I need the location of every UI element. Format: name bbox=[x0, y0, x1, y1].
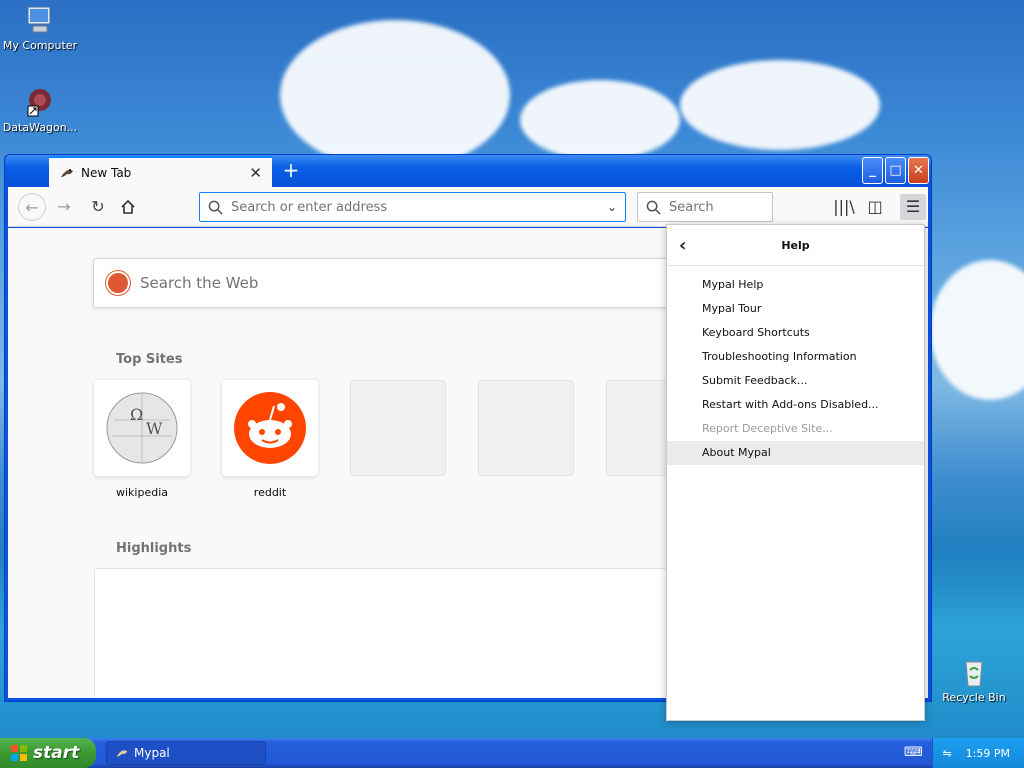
reddit-logo-icon bbox=[234, 392, 306, 464]
address-bar[interactable]: Search or enter address ⌄ bbox=[199, 192, 626, 222]
window-titlebar[interactable]: New Tab ✕ + _ □ ✕ bbox=[5, 155, 931, 187]
task-label: Mypal bbox=[134, 746, 170, 760]
top-site-tile-reddit[interactable] bbox=[222, 380, 318, 476]
chevron-down-icon[interactable]: ⌄ bbox=[607, 200, 617, 214]
nav-toolbar: ← → ↻ Search or enter address ⌄ Search |… bbox=[8, 187, 928, 227]
top-site-tile-empty[interactable] bbox=[350, 380, 446, 476]
top-site-label: reddit bbox=[253, 486, 287, 499]
forward-button[interactable]: → bbox=[50, 193, 78, 221]
menu-item-mypal-tour[interactable]: Mypal Tour bbox=[667, 297, 924, 321]
help-menu-panel: ‹ Help Mypal Help Mypal Tour Keyboard Sh… bbox=[666, 224, 925, 721]
datawagon-icon bbox=[27, 89, 51, 117]
cloud bbox=[280, 20, 510, 170]
back-button[interactable]: ← bbox=[18, 193, 46, 221]
top-site-label: wikipedia bbox=[115, 486, 168, 499]
highlights-title: Highlights bbox=[116, 541, 192, 556]
wikipedia-logo-icon: Ω W bbox=[106, 392, 178, 464]
home-button[interactable] bbox=[114, 193, 142, 221]
menu-item-submit-feedback[interactable]: Submit Feedback... bbox=[667, 369, 924, 393]
menu-item-restart-addons-disabled[interactable]: Restart with Add-ons Disabled... bbox=[667, 393, 924, 417]
menu-item-mypal-help[interactable]: Mypal Help bbox=[667, 273, 924, 297]
taskbar: start Mypal ⌨ ⇋ 1:59 PM bbox=[0, 738, 1024, 768]
close-window-button[interactable]: ✕ bbox=[908, 157, 929, 184]
search-bar[interactable]: Search bbox=[637, 192, 773, 222]
menu-button[interactable]: ☰ bbox=[900, 194, 926, 220]
highlights-container bbox=[94, 568, 734, 698]
reload-button[interactable]: ↻ bbox=[84, 193, 112, 221]
desktop-icon-recycle-bin[interactable]: Recycle Bin bbox=[934, 656, 1014, 704]
desktop-icon-label: My Computer bbox=[2, 39, 78, 52]
search-placeholder: Search bbox=[669, 199, 714, 215]
duckduckgo-icon bbox=[106, 271, 130, 295]
library-button[interactable]: |||\ bbox=[831, 194, 857, 220]
desktop-icon-my-computer[interactable]: My Computer bbox=[0, 4, 80, 52]
clock[interactable]: 1:59 PM bbox=[966, 747, 1010, 760]
library-icon: |||\ bbox=[833, 197, 855, 216]
cloud bbox=[520, 80, 680, 160]
taskbar-item-mypal[interactable]: Mypal bbox=[106, 741, 266, 765]
home-icon bbox=[121, 199, 135, 214]
help-panel-title: Help bbox=[781, 238, 810, 252]
cloud bbox=[680, 60, 880, 150]
desktop-icon-label: Recycle Bin bbox=[942, 691, 1006, 704]
window-controls: _ □ ✕ bbox=[862, 157, 929, 184]
close-tab-icon[interactable]: ✕ bbox=[249, 164, 262, 182]
computer-icon bbox=[27, 6, 51, 33]
windows-logo-icon bbox=[11, 745, 27, 761]
minimize-button[interactable]: _ bbox=[862, 157, 883, 184]
help-panel-header: ‹ Help bbox=[667, 225, 924, 266]
address-placeholder: Search or enter address bbox=[231, 199, 388, 215]
menu-item-report-deceptive-site: Report Deceptive Site... bbox=[702, 422, 833, 435]
top-sites-title: Top Sites bbox=[116, 352, 183, 367]
menu-item-keyboard-shortcuts[interactable]: Keyboard Shortcuts bbox=[667, 321, 924, 345]
top-site-tile-wikipedia[interactable]: Ω W bbox=[94, 380, 190, 476]
arrow-right-icon: → bbox=[57, 197, 71, 216]
start-button[interactable]: start bbox=[0, 738, 96, 768]
system-tray: ⇋ 1:59 PM bbox=[932, 738, 1024, 768]
web-search-box[interactable]: Search the Web bbox=[93, 258, 733, 308]
search-icon bbox=[208, 200, 223, 215]
search-icon bbox=[646, 200, 661, 215]
help-menu-list: Mypal Help Mypal Tour Keyboard Shortcuts… bbox=[667, 266, 924, 465]
arrow-left-icon: ← bbox=[25, 198, 39, 217]
menu-item-troubleshooting[interactable]: Troubleshooting Information bbox=[667, 345, 924, 369]
new-tab-button[interactable]: + bbox=[281, 160, 301, 180]
mypal-logo-icon bbox=[116, 750, 128, 757]
keyboard-icon[interactable]: ⌨ bbox=[904, 745, 923, 760]
chevron-left-icon[interactable]: ‹ bbox=[679, 235, 697, 256]
sidebar-icon: ◫ bbox=[867, 197, 883, 216]
top-site-tile-empty[interactable] bbox=[478, 380, 574, 476]
start-label: start bbox=[33, 743, 80, 763]
network-icon[interactable]: ⇋ bbox=[942, 747, 951, 760]
svg-text:Ω: Ω bbox=[130, 405, 143, 424]
reload-icon: ↻ bbox=[91, 197, 105, 216]
hamburger-menu-icon: ☰ bbox=[905, 197, 921, 216]
svg-text:W: W bbox=[146, 419, 163, 438]
tab-new-tab[interactable]: New Tab ✕ bbox=[49, 156, 272, 187]
desktop-icon-label: DataWagon... bbox=[2, 121, 78, 134]
maximize-button[interactable]: □ bbox=[885, 157, 906, 184]
mypal-logo-icon bbox=[61, 168, 73, 177]
recycle-bin-icon bbox=[965, 661, 983, 687]
cloud bbox=[930, 260, 1024, 400]
web-search-placeholder: Search the Web bbox=[140, 274, 259, 292]
sidebar-button[interactable]: ◫ bbox=[862, 194, 888, 220]
menu-item-about-mypal[interactable]: About Mypal bbox=[667, 441, 924, 465]
tab-title: New Tab bbox=[81, 165, 132, 180]
desktop-icon-datawagon[interactable]: DataWagon... bbox=[0, 86, 80, 134]
